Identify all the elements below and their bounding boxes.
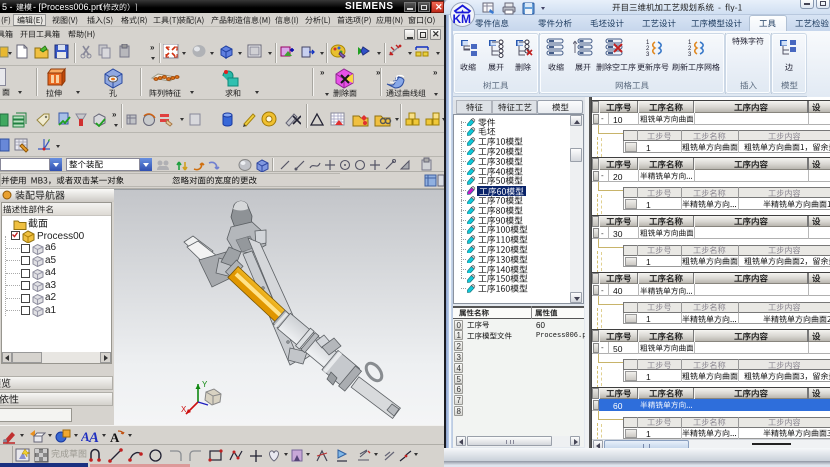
- svg-text:M: M: [461, 12, 471, 26]
- svg-text:3: 3: [646, 52, 650, 58]
- svg-text:A: A: [88, 430, 99, 444]
- svg-text:Y: Y: [202, 380, 208, 389]
- svg-text:A: A: [110, 430, 120, 444]
- svg-text:X: X: [181, 405, 187, 414]
- svg-text:3: 3: [688, 52, 692, 58]
